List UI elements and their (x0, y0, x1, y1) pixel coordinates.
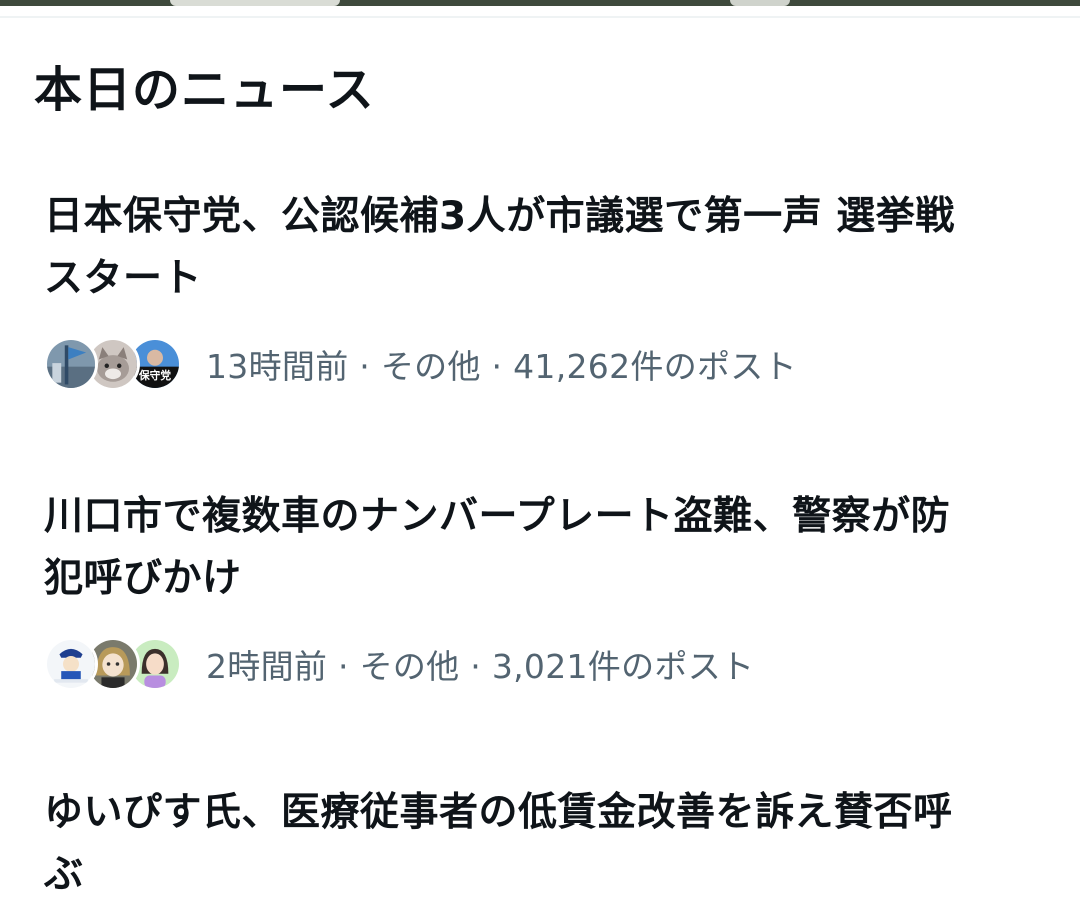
section-title: 本日のニュース (34, 62, 375, 118)
police-mascot-avatar (44, 637, 98, 691)
headline-line: スタート (44, 256, 203, 301)
news-headline[interactable]: 日本保守党、公認候補3人が市議選で第一声 選挙戦 スタート (44, 186, 1034, 310)
news-item[interactable]: 日本保守党、公認候補3人が市議選で第一声 選挙戦 スタート 保守党 13時間前 … (44, 186, 1034, 394)
headline-line: ゆいぴす氏、医療従事者の低賃金改善を訴え賛否呼 (44, 790, 953, 835)
flag-photo-avatar (44, 337, 98, 391)
news-item[interactable]: ゆいぴす氏、医療従事者の低賃金改善を訴え賛否呼 ぶ (44, 782, 1034, 906)
logo-lettering: 保守党 (138, 369, 171, 382)
avatar-stack: 保守党 (44, 337, 182, 391)
banner-image-edge (0, 0, 1080, 6)
headline-line: 日本保守党、公認候補3人が市議選で第一声 選挙戦 (44, 194, 955, 239)
news-item[interactable]: 川口市で複数車のナンバープレート盗難、警察が防 犯呼びかけ 2時間前 · その他… (44, 486, 1034, 694)
divider (0, 16, 1080, 18)
headline-line: ぶ (44, 852, 84, 897)
news-meta-row: 保守党 13時間前 · その他 · 41,262件のポスト (44, 334, 1034, 394)
news-meta: 2時間前 · その他 · 3,021件のポスト (206, 647, 755, 686)
headline-line: 川口市で複数車のナンバープレート盗難、警察が防 (44, 494, 951, 539)
avatar-stack (44, 637, 182, 691)
news-headline[interactable]: ゆいぴす氏、医療従事者の低賃金改善を訴え賛否呼 ぶ (44, 782, 1034, 906)
news-headline[interactable]: 川口市で複数車のナンバープレート盗難、警察が防 犯呼びかけ (44, 486, 1034, 610)
headline-line: 犯呼びかけ (44, 556, 242, 601)
news-meta: 13時間前 · その他 · 41,262件のポスト (206, 347, 797, 386)
news-meta-row: 2時間前 · その他 · 3,021件のポスト (44, 634, 1034, 694)
